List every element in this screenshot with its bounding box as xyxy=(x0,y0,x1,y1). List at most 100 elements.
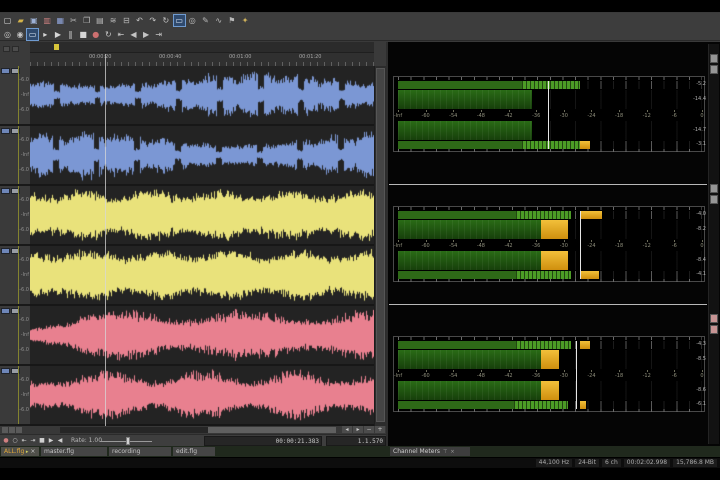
meter-scale-label: -12 xyxy=(643,113,651,119)
stop-button[interactable]: ■ xyxy=(38,436,46,446)
channel-select-button[interactable] xyxy=(1,128,10,134)
meter-group-1: -Inf-60-54-48-42-36-30-24-18-12-60 xyxy=(393,76,705,152)
meter-pane-button-1[interactable] xyxy=(710,54,718,63)
copy-icon[interactable]: ❐ xyxy=(81,15,92,26)
meter-group-3: -Inf-60-54-48-42-36-30-24-18-12-60 xyxy=(393,336,705,412)
trim-icon[interactable]: ⊟ xyxy=(121,15,132,26)
channel-select-button[interactable] xyxy=(1,248,10,254)
meter-pane-button-2[interactable] xyxy=(710,65,718,74)
meter-pane-button-3[interactable] xyxy=(710,184,718,193)
db-ruler-line xyxy=(18,126,19,184)
repeat-icon[interactable]: ↻ xyxy=(160,15,171,26)
go-end-icon[interactable]: ⇥ xyxy=(153,29,164,40)
forward-icon[interactable]: ▶ xyxy=(141,29,152,40)
cut-icon[interactable]: ✂ xyxy=(68,15,79,26)
channel-2-wave-canvas[interactable] xyxy=(30,126,374,184)
zoom-in-button[interactable]: + xyxy=(375,426,385,433)
pencil-tool-icon[interactable]: ✎ xyxy=(200,15,211,26)
channel-1-waveform[interactable] xyxy=(30,66,374,126)
marker-strip[interactable] xyxy=(30,42,374,53)
play-button[interactable]: ▶ xyxy=(47,436,55,446)
envelope-tool-icon[interactable]: ∿ xyxy=(213,15,224,26)
db-ruler-line xyxy=(18,246,19,304)
channel-5-waveform[interactable] xyxy=(30,306,374,366)
marker-tool-icon[interactable]: ⚑ xyxy=(226,15,237,26)
channel-6-waveform[interactable] xyxy=(30,366,374,426)
corner-button-2[interactable] xyxy=(12,46,19,52)
meter-scale-tick xyxy=(426,370,427,372)
channel-select-button[interactable] xyxy=(1,188,10,194)
time-ruler[interactable]: 00:00:2000:00:4000:01:0000:01:20 xyxy=(30,53,374,66)
channel-5-wave-canvas[interactable] xyxy=(30,306,374,364)
magnify-tool-icon[interactable]: ◎ xyxy=(187,15,198,26)
record-remote-icon[interactable]: ◎ xyxy=(2,29,13,40)
tab-recording[interactable]: recording xyxy=(109,447,171,456)
tab-close-icon[interactable]: × xyxy=(30,448,35,455)
loop-button[interactable]: ○ xyxy=(11,436,19,446)
meter-scale-label: -Inf xyxy=(394,243,402,249)
scroll-left-button[interactable]: ◂ xyxy=(342,426,352,433)
script-icon[interactable]: ✦ xyxy=(240,15,251,26)
tab-master-flg[interactable]: master.flg xyxy=(41,447,107,456)
export-icon[interactable]: ▦ xyxy=(55,15,66,26)
paste-icon[interactable]: ▤ xyxy=(94,15,105,26)
marker-flag[interactable] xyxy=(54,44,59,50)
rewind-icon[interactable]: ◀ xyxy=(128,29,139,40)
tab-play-icon[interactable]: ▸ xyxy=(24,449,28,455)
tab-channel-meters[interactable]: Channel Meters⊤× xyxy=(390,447,470,456)
record-button[interactable]: ● xyxy=(2,436,10,446)
channel-3-wave-canvas[interactable] xyxy=(30,186,374,244)
meter-pane-button-6[interactable] xyxy=(710,325,718,334)
play-icon[interactable]: ▶ xyxy=(52,29,63,40)
channel-select-button[interactable] xyxy=(1,308,10,314)
channel-6-wave-canvas[interactable] xyxy=(30,366,374,424)
wave-vscrollbar[interactable] xyxy=(374,66,386,426)
save-icon[interactable]: ▣ xyxy=(28,15,39,26)
pause-icon[interactable]: ‖ xyxy=(65,29,76,40)
channel-select-button[interactable] xyxy=(1,368,10,374)
preview-button[interactable]: ◀ xyxy=(56,436,64,446)
channel-1-wave-canvas[interactable] xyxy=(30,66,374,124)
hscroll-mini-button-1[interactable] xyxy=(2,427,8,433)
channel-3-waveform[interactable] xyxy=(30,186,374,246)
wave-vscrollbar-thumb[interactable] xyxy=(376,68,385,422)
go-start-button[interactable]: ⇤ xyxy=(20,436,28,446)
loop-icon[interactable]: ↻ xyxy=(103,29,114,40)
zoom-out-button[interactable]: − xyxy=(364,426,374,433)
pin-icon[interactable]: ⊤ xyxy=(443,449,447,455)
meter-pane-button-5[interactable] xyxy=(710,314,718,323)
open-file-icon[interactable]: ▰ xyxy=(15,15,26,26)
new-file-icon[interactable]: ▢ xyxy=(2,15,13,26)
import-icon[interactable]: ▥ xyxy=(42,15,53,26)
go-start-icon[interactable]: ⇤ xyxy=(115,29,126,40)
channel-select-button[interactable] xyxy=(1,68,10,74)
file-tabstrip: ALL.flg ▸×master.flgrecordingedit.flg xyxy=(0,446,720,457)
hscroll-mini-button-2[interactable] xyxy=(9,427,15,433)
go-end-button[interactable]: ⇥ xyxy=(29,436,37,446)
record-icon[interactable]: ● xyxy=(90,29,101,40)
tab-all-flg[interactable]: ALL.flg ▸× xyxy=(1,447,39,456)
close-icon[interactable]: × xyxy=(450,449,454,455)
monitor-icon[interactable]: ◉ xyxy=(15,29,26,40)
channel-2-waveform[interactable] xyxy=(30,126,374,186)
channel-4-wave-canvas[interactable] xyxy=(30,246,374,304)
scroll-right-button[interactable]: ▸ xyxy=(353,426,363,433)
edit-tool-icon[interactable]: ▭ xyxy=(174,15,185,26)
channel-4-waveform[interactable] xyxy=(30,246,374,306)
undo-icon[interactable]: ↶ xyxy=(134,15,145,26)
meter-scrollbar[interactable] xyxy=(708,44,719,444)
tab-edit-flg[interactable]: edit.flg xyxy=(173,447,215,456)
hscroll-mini-button-3[interactable] xyxy=(16,427,22,433)
db-label: -6.0 xyxy=(19,197,29,203)
redo-icon[interactable]: ↷ xyxy=(147,15,158,26)
corner-button-1[interactable] xyxy=(3,46,10,52)
stop-icon[interactable]: ■ xyxy=(78,29,89,40)
meter-pane-button-4[interactable] xyxy=(710,195,718,204)
hscroll-thumb[interactable] xyxy=(208,427,336,433)
mix-icon[interactable]: ≋ xyxy=(108,15,119,26)
rate-slider-thumb[interactable] xyxy=(126,437,130,445)
db-label: -Inf xyxy=(21,332,29,338)
db-label: -6.0 xyxy=(19,227,29,233)
selection-tool-icon[interactable]: ▭ xyxy=(27,29,38,40)
play-all-icon[interactable]: ▸ xyxy=(40,29,51,40)
